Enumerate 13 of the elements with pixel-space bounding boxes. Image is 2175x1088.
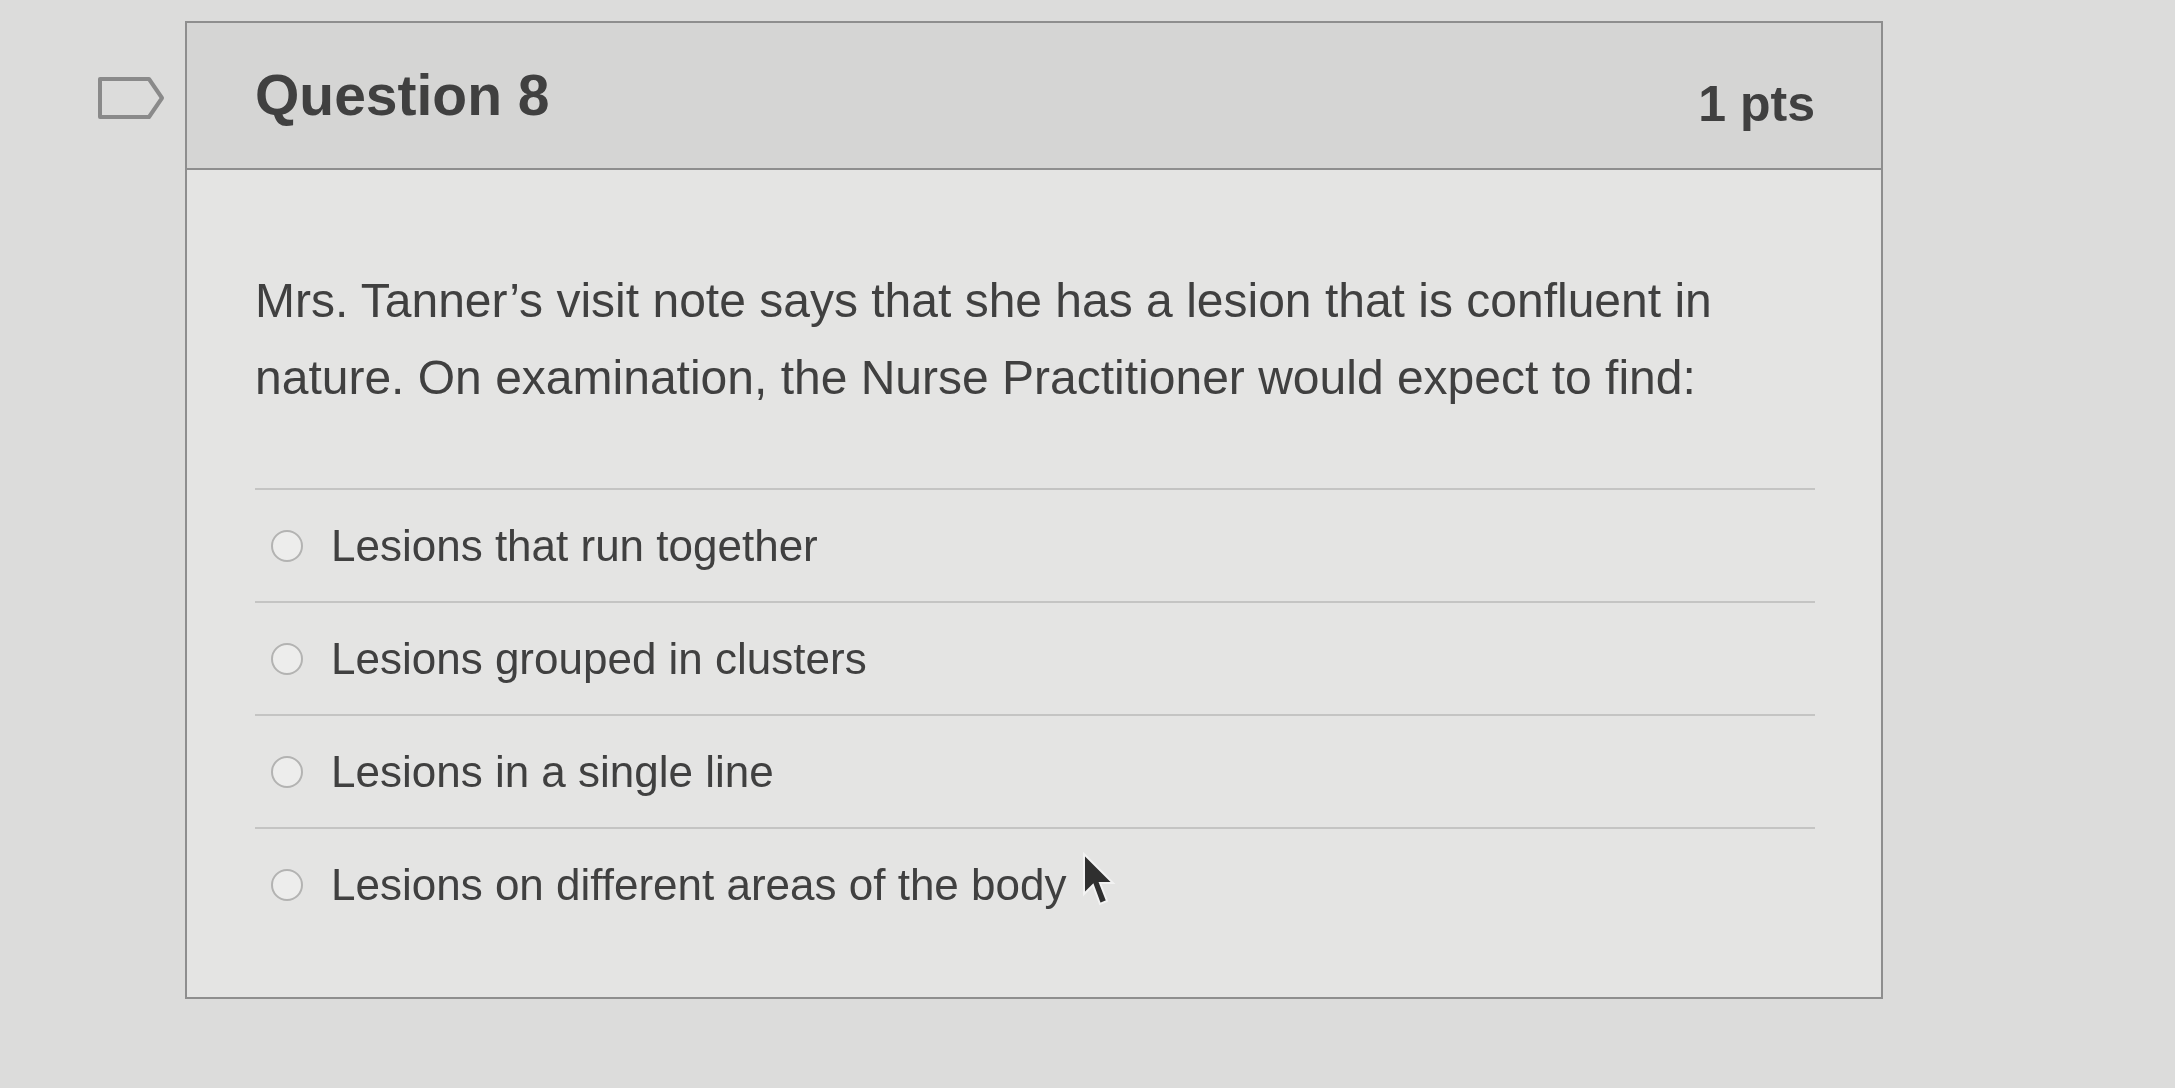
- points-label: 1 pts: [1698, 78, 1815, 129]
- answer-label: Lesions in a single line: [331, 749, 774, 794]
- pointer-cursor-icon: [1082, 852, 1116, 906]
- question-text: Mrs. Tanner’s visit note says that she has a lesion that is confluent in nature. On examination, the Nurse Practitioner would expect to find:: [255, 273, 1713, 406]
- question-title: Question 8: [255, 67, 550, 124]
- answer-label: Lesions that run together: [331, 523, 818, 568]
- radio-button[interactable]: [271, 642, 303, 675]
- radio-button[interactable]: [271, 868, 303, 901]
- radio-button[interactable]: [271, 755, 303, 788]
- radio-button[interactable]: [271, 529, 303, 562]
- answer-label: Lesions on different areas of the body: [331, 862, 1067, 907]
- tag-icon[interactable]: [97, 76, 165, 120]
- answer-label: Lesions grouped in clusters: [331, 636, 867, 681]
